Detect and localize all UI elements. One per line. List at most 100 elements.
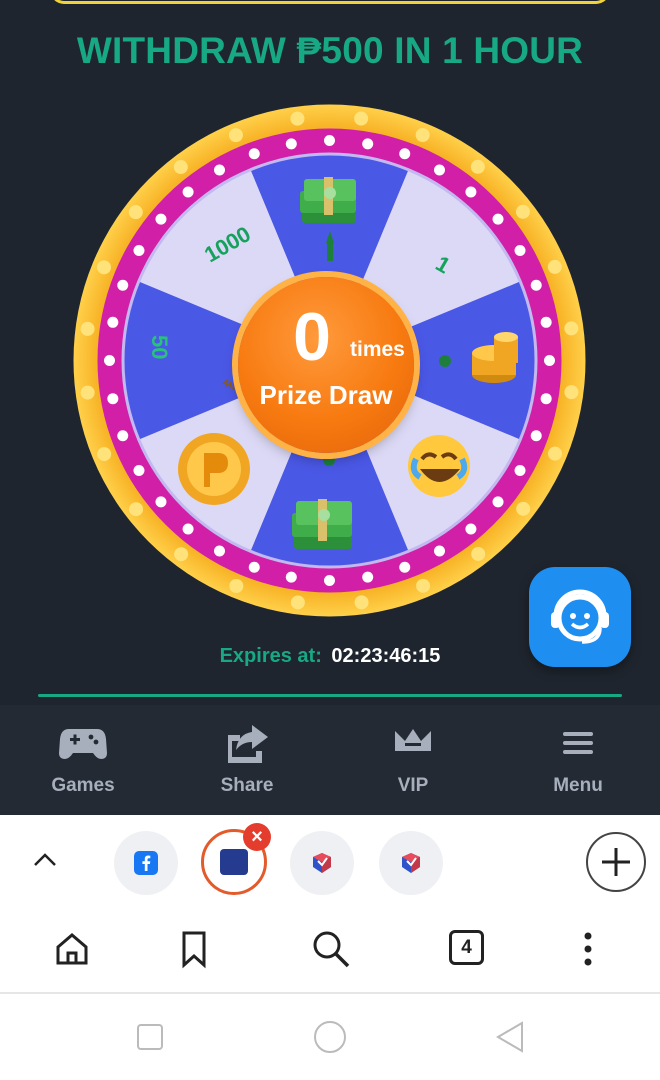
cube-app-icon (402, 853, 420, 873)
new-tab-button[interactable] (586, 832, 646, 892)
customer-support-button[interactable] (529, 567, 631, 667)
nav-item-share[interactable]: Share (192, 723, 302, 797)
wheel-light-dot (434, 545, 445, 557)
wheel-light-dot (248, 561, 260, 573)
wheel-light-dot (117, 279, 129, 291)
more-vertical-icon (584, 932, 592, 966)
wheel-light-dot (465, 186, 477, 198)
collapse-tabs-button[interactable] (30, 845, 60, 875)
search-icon (313, 931, 350, 968)
wheel-light-dot (214, 545, 225, 557)
site-favicon-icon (220, 849, 248, 875)
draw-count: 0 (293, 299, 331, 375)
home-icon (56, 933, 88, 965)
expiry-time: 02:23:46:15 (331, 645, 441, 667)
wheel-light-dot (324, 135, 335, 146)
wheel-rim-light (96, 260, 111, 275)
wheel-rim-light (97, 447, 112, 462)
wheel-rim-light (564, 385, 579, 400)
wheel-rim-light (470, 159, 485, 174)
cash-stack-icon (292, 499, 352, 549)
tab-app-2[interactable] (379, 831, 443, 895)
crown-icon (395, 729, 431, 751)
app-bottom-nav: Games Share VIP Menu (0, 705, 660, 815)
tab-app-1[interactable] (290, 831, 354, 895)
section-divider (38, 694, 622, 697)
wheel-light-dot (434, 164, 445, 176)
cash-stack-icon (300, 177, 356, 223)
wheel-rim-light (290, 111, 305, 126)
wheel-rim-light (80, 321, 95, 336)
wheel-rim-light (471, 546, 486, 561)
tab-facebook[interactable] (114, 831, 178, 895)
cube-app-icon (313, 853, 331, 873)
tab-switcher-button[interactable]: 4 (449, 930, 484, 965)
wheel-light-dot (117, 430, 129, 442)
wheel-rim-light (516, 501, 531, 516)
circle-home-icon (314, 1021, 346, 1053)
wheel-light-dot (492, 213, 504, 225)
wheel-light-dot (324, 575, 335, 586)
nav-item-vip[interactable]: VIP (358, 723, 468, 797)
nav-label-games: Games (51, 775, 115, 796)
wheel-light-dot (514, 245, 526, 256)
plus-icon (602, 848, 630, 876)
wheel-light-dot (465, 523, 477, 535)
wheel-rim-light (174, 547, 189, 562)
wheel-light-dot (182, 523, 194, 535)
recents-button[interactable] (130, 1017, 170, 1057)
square-recents-icon (137, 1024, 163, 1050)
prize-draw-button[interactable]: 0 times Prize Draw (238, 277, 414, 453)
tab-strip: × (0, 815, 660, 905)
chevron-up-icon (34, 853, 56, 866)
wheel-rim-light (547, 259, 562, 274)
hamburger-menu-icon (563, 732, 593, 754)
system-back-button[interactable] (490, 1017, 530, 1057)
bookmark-button[interactable] (172, 927, 216, 971)
search-button[interactable] (308, 927, 352, 971)
draw-count-unit: times (350, 338, 405, 361)
share-icon (228, 725, 268, 763)
wheel-light-dot (399, 148, 411, 160)
wheel-light-dot (514, 465, 526, 476)
system-home-button[interactable] (310, 1017, 350, 1057)
wheel-light-dot (544, 355, 555, 366)
close-tab-icon[interactable]: × (243, 823, 271, 851)
wheel-rim-light (548, 446, 563, 461)
wheel-rim-light (80, 385, 95, 400)
wheel-light-dot (107, 316, 119, 328)
app-screen: WITHDRAW ₱500 IN 1 HOUR 1000 1 50 WITHDR… (0, 0, 660, 815)
bookmark-icon (182, 931, 206, 969)
home-button[interactable] (50, 927, 94, 971)
wheel-rim-light (354, 595, 369, 610)
wheel-light-dot (155, 213, 167, 225)
gold-coin-icon (178, 433, 250, 505)
triangle-back-icon (496, 1021, 523, 1053)
wheel-light-dot (285, 138, 297, 150)
wheel-light-dot (107, 393, 119, 405)
wheel-light-dot (155, 496, 167, 508)
expiry-label: Expires at: (219, 645, 322, 667)
nav-item-menu[interactable]: Menu (523, 723, 633, 797)
customer-support-headset-icon (551, 589, 609, 644)
wheel-light-dot (530, 430, 542, 442)
system-navigation-bar (0, 995, 660, 1080)
browser-toolbar (0, 915, 660, 985)
nav-label-vip: VIP (397, 775, 429, 796)
wheel-rim-light (173, 160, 188, 175)
facebook-icon (134, 851, 158, 875)
wheel-rim-light (229, 579, 244, 594)
more-options-button[interactable] (566, 927, 610, 971)
wheel-light-dot (133, 465, 145, 476)
wheel-light-dot (530, 279, 542, 291)
wheel-rim-light (228, 128, 243, 143)
nav-item-games[interactable]: Games (28, 723, 138, 797)
promo-headline: WITHDRAW ₱500 IN 1 HOUR (76, 30, 584, 71)
wheel-rim-light (515, 204, 530, 219)
gamepad-icon (59, 729, 107, 759)
top-banner-edge (50, 0, 610, 4)
segment-label-50: 50 (147, 335, 172, 359)
wheel-light-dot (540, 393, 552, 405)
wheel-rim-light (564, 321, 579, 336)
wheel-light-dot (492, 496, 504, 508)
